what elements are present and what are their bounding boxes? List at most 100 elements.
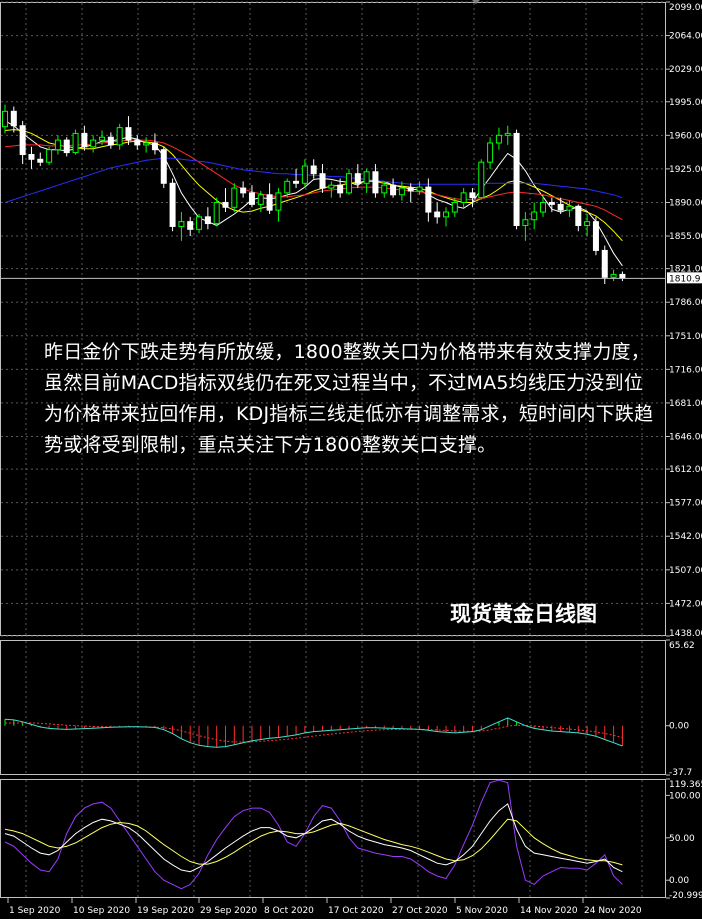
y-tick-label-0-4: 1960.00 [669, 131, 702, 141]
candle-4 [37, 152, 44, 167]
candle-body-50 [443, 211, 449, 218]
candle-54 [478, 159, 485, 200]
y-tick-label-2-4: -20.9997 [669, 891, 702, 901]
candle-body-3 [28, 154, 35, 160]
candle-14 [125, 116, 132, 145]
candle-body-57 [504, 132, 511, 136]
candle-1 [10, 106, 17, 133]
candle-22 [196, 213, 203, 234]
x-tick-label-1: 10 Sep 2020 [73, 906, 130, 916]
y-tick-label-2-0: 119.365 [669, 780, 702, 790]
candle-8 [72, 129, 79, 155]
candle-body-17 [151, 142, 158, 151]
candle-48 [425, 178, 432, 222]
candle-33 [293, 168, 300, 189]
candle-body-33 [293, 180, 300, 184]
candle-body-14 [125, 127, 132, 141]
candle-body-11 [99, 136, 106, 141]
candle-body-56 [495, 134, 502, 144]
candle-6 [54, 135, 61, 155]
candle-body-0 [2, 110, 8, 128]
candle-24 [213, 197, 220, 227]
x-tick-label-6: 27 Oct 2020 [392, 906, 448, 916]
pane-frame-0 [0, 2, 666, 636]
y-tick-label-0-2: 2029.00 [669, 65, 702, 75]
candle-body-20 [178, 221, 185, 227]
candle-body-6 [54, 139, 61, 151]
candle-66 [584, 213, 591, 237]
candle-body-66 [584, 221, 591, 226]
candle-body-5 [46, 149, 53, 163]
candle-21 [187, 216, 194, 237]
candle-65 [575, 204, 582, 232]
candle-2 [19, 120, 26, 165]
candle-67 [592, 216, 599, 256]
candle-58 [513, 129, 520, 230]
candle-body-52 [460, 192, 467, 203]
x-tick-label-8: 14 Nov 2020 [520, 906, 578, 916]
y-tick-label-2-1: 100.00 [669, 791, 701, 801]
y-tick-label-0-16: 1542.00 [669, 532, 702, 542]
y-tick-label-0-17: 1507.00 [669, 566, 702, 576]
candle-41 [363, 168, 370, 193]
candle-69 [610, 269, 617, 282]
candle-body-1 [10, 110, 17, 127]
candle-body-21 [187, 221, 194, 230]
y-tick-label-0-5: 1925.00 [669, 165, 702, 175]
x-tick-label-0: 1 Sep 2020 [9, 906, 61, 916]
candle-body-37 [328, 184, 335, 189]
candle-body-18 [160, 149, 167, 184]
candle-body-16 [143, 142, 150, 146]
candle-body-49 [434, 211, 441, 218]
candle-body-51 [451, 201, 458, 213]
y-tick-label-1-2: -37.7 [669, 768, 692, 778]
chart-caption: 现货黄金日线图 [450, 602, 597, 626]
candle-body-31 [275, 192, 282, 211]
candle-body-38 [337, 184, 344, 194]
y-tick-label-0-7: 1855.00 [669, 232, 702, 242]
candle-36 [319, 164, 326, 193]
candle-body-40 [354, 173, 361, 184]
y-tick-label-0-10: 1751.00 [669, 332, 702, 342]
candle-body-34 [301, 165, 308, 184]
candle-56 [495, 127, 502, 150]
x-tick-label-7: 5 Nov 2020 [456, 906, 508, 916]
candle-body-65 [575, 205, 582, 226]
candle-body-46 [407, 187, 414, 192]
candle-body-43 [381, 184, 388, 194]
candle-34 [301, 159, 308, 189]
candle-body-62 [548, 201, 555, 205]
y-tick-label-0-14: 1612.00 [669, 465, 702, 475]
analysis-commentary: 昨日金价下跌走势有所放缓，1800整数关口为价格带来有效支撑力度，虽然目前MAC… [44, 341, 654, 456]
current-price-label: 1810.9 [669, 274, 701, 284]
y-tick-label-0-13: 1646.00 [669, 432, 702, 442]
candle-57 [504, 125, 511, 145]
candle-25 [222, 188, 229, 213]
candle-body-42 [372, 171, 379, 194]
candle-body-39 [345, 173, 352, 194]
candle-body-29 [257, 194, 264, 205]
candle-body-22 [196, 216, 203, 230]
y-tick-label-0-0: 2099.00 [669, 3, 702, 13]
candle-body-7 [63, 139, 70, 154]
y-tick-label-2-2: 50.00 [669, 834, 695, 844]
candle-body-64 [566, 205, 573, 211]
y-tick-label-0-18: 1472.00 [669, 599, 702, 609]
x-tick-label-2: 19 Sep 2020 [137, 906, 194, 916]
candle-26 [231, 183, 238, 213]
candle-body-58 [513, 132, 520, 226]
candle-44 [390, 178, 397, 198]
y-tick-label-1-1: 0.00 [669, 722, 689, 732]
candle-body-32 [284, 180, 291, 194]
candle-body-53 [469, 192, 476, 199]
candle-body-28 [248, 192, 255, 205]
candle-61 [540, 194, 547, 217]
x-tick-label-4: 8 Oct 2020 [264, 906, 314, 916]
candle-body-15 [134, 139, 141, 146]
candle-body-26 [231, 187, 238, 208]
candle-body-25 [222, 201, 229, 208]
candle-64 [566, 200, 573, 217]
candle-18 [160, 146, 167, 189]
candle-body-48 [425, 186, 432, 213]
candle-19 [169, 178, 176, 232]
